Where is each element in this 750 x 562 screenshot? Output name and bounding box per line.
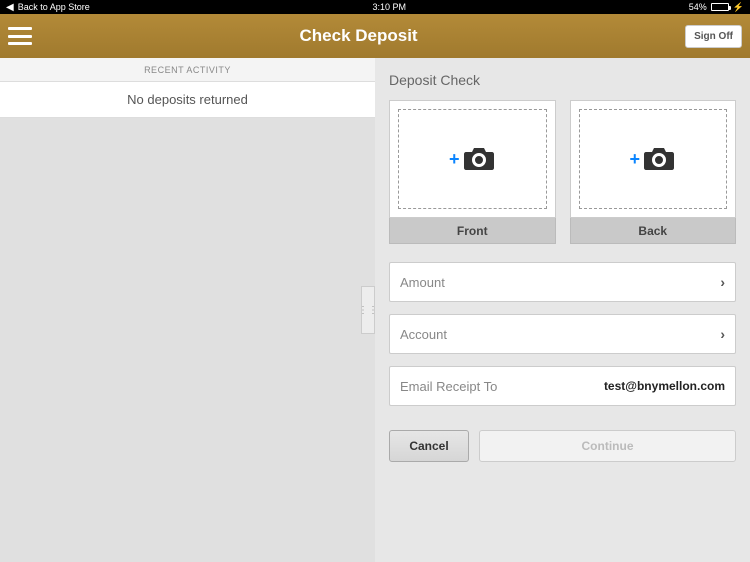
status-right: 54% ⚡ bbox=[689, 2, 744, 13]
capture-row: + Front + bbox=[389, 100, 736, 244]
camera-icon bbox=[462, 146, 496, 172]
capture-back[interactable]: + Back bbox=[570, 100, 737, 244]
deposit-check-heading: Deposit Check bbox=[389, 72, 736, 88]
chevron-right-icon: › bbox=[720, 274, 725, 290]
email-receipt-field[interactable]: Email Receipt To test@bnymellon.com bbox=[389, 366, 736, 406]
email-receipt-label: Email Receipt To bbox=[400, 379, 604, 394]
page-title: Check Deposit bbox=[300, 26, 418, 46]
button-row: Cancel Continue bbox=[389, 430, 736, 462]
capture-front[interactable]: + Front bbox=[389, 100, 556, 244]
plus-icon: + bbox=[629, 149, 640, 170]
title-bar: Check Deposit Sign Off bbox=[0, 14, 750, 58]
sign-off-button[interactable]: Sign Off bbox=[685, 25, 742, 48]
account-field[interactable]: Account › bbox=[389, 314, 736, 354]
status-left[interactable]: ◀ Back to App Store bbox=[6, 2, 90, 13]
main: RECENT ACTIVITY No deposits returned ⋮⋮ … bbox=[0, 58, 750, 562]
status-bar: ◀ Back to App Store 3:10 PM 54% ⚡ bbox=[0, 0, 750, 14]
capture-back-label: Back bbox=[570, 218, 737, 244]
back-arrow-icon: ◀ bbox=[6, 2, 14, 13]
continue-button: Continue bbox=[479, 430, 736, 462]
left-panel: RECENT ACTIVITY No deposits returned bbox=[0, 58, 375, 562]
recent-activity-header: RECENT ACTIVITY bbox=[0, 58, 375, 82]
chevron-right-icon: › bbox=[720, 326, 725, 342]
panel-drag-handle[interactable]: ⋮⋮ bbox=[361, 286, 375, 334]
amount-field[interactable]: Amount › bbox=[389, 262, 736, 302]
plus-icon: + bbox=[449, 149, 460, 170]
no-deposits-row: No deposits returned bbox=[0, 82, 375, 118]
status-time: 3:10 PM bbox=[372, 2, 406, 12]
account-label: Account bbox=[400, 327, 720, 342]
cancel-button[interactable]: Cancel bbox=[389, 430, 469, 462]
right-panel: ⋮⋮ Deposit Check + Front bbox=[375, 58, 750, 562]
camera-icon bbox=[642, 146, 676, 172]
capture-front-label: Front bbox=[389, 218, 556, 244]
menu-button[interactable] bbox=[8, 27, 32, 45]
back-to-appstore: Back to App Store bbox=[18, 2, 90, 12]
email-receipt-value: test@bnymellon.com bbox=[604, 379, 725, 393]
charging-icon: ⚡ bbox=[733, 2, 744, 13]
battery-icon bbox=[711, 3, 729, 11]
amount-label: Amount bbox=[400, 275, 720, 290]
battery-percent: 54% bbox=[689, 2, 707, 12]
screen: ◀ Back to App Store 3:10 PM 54% ⚡ Check … bbox=[0, 0, 750, 562]
